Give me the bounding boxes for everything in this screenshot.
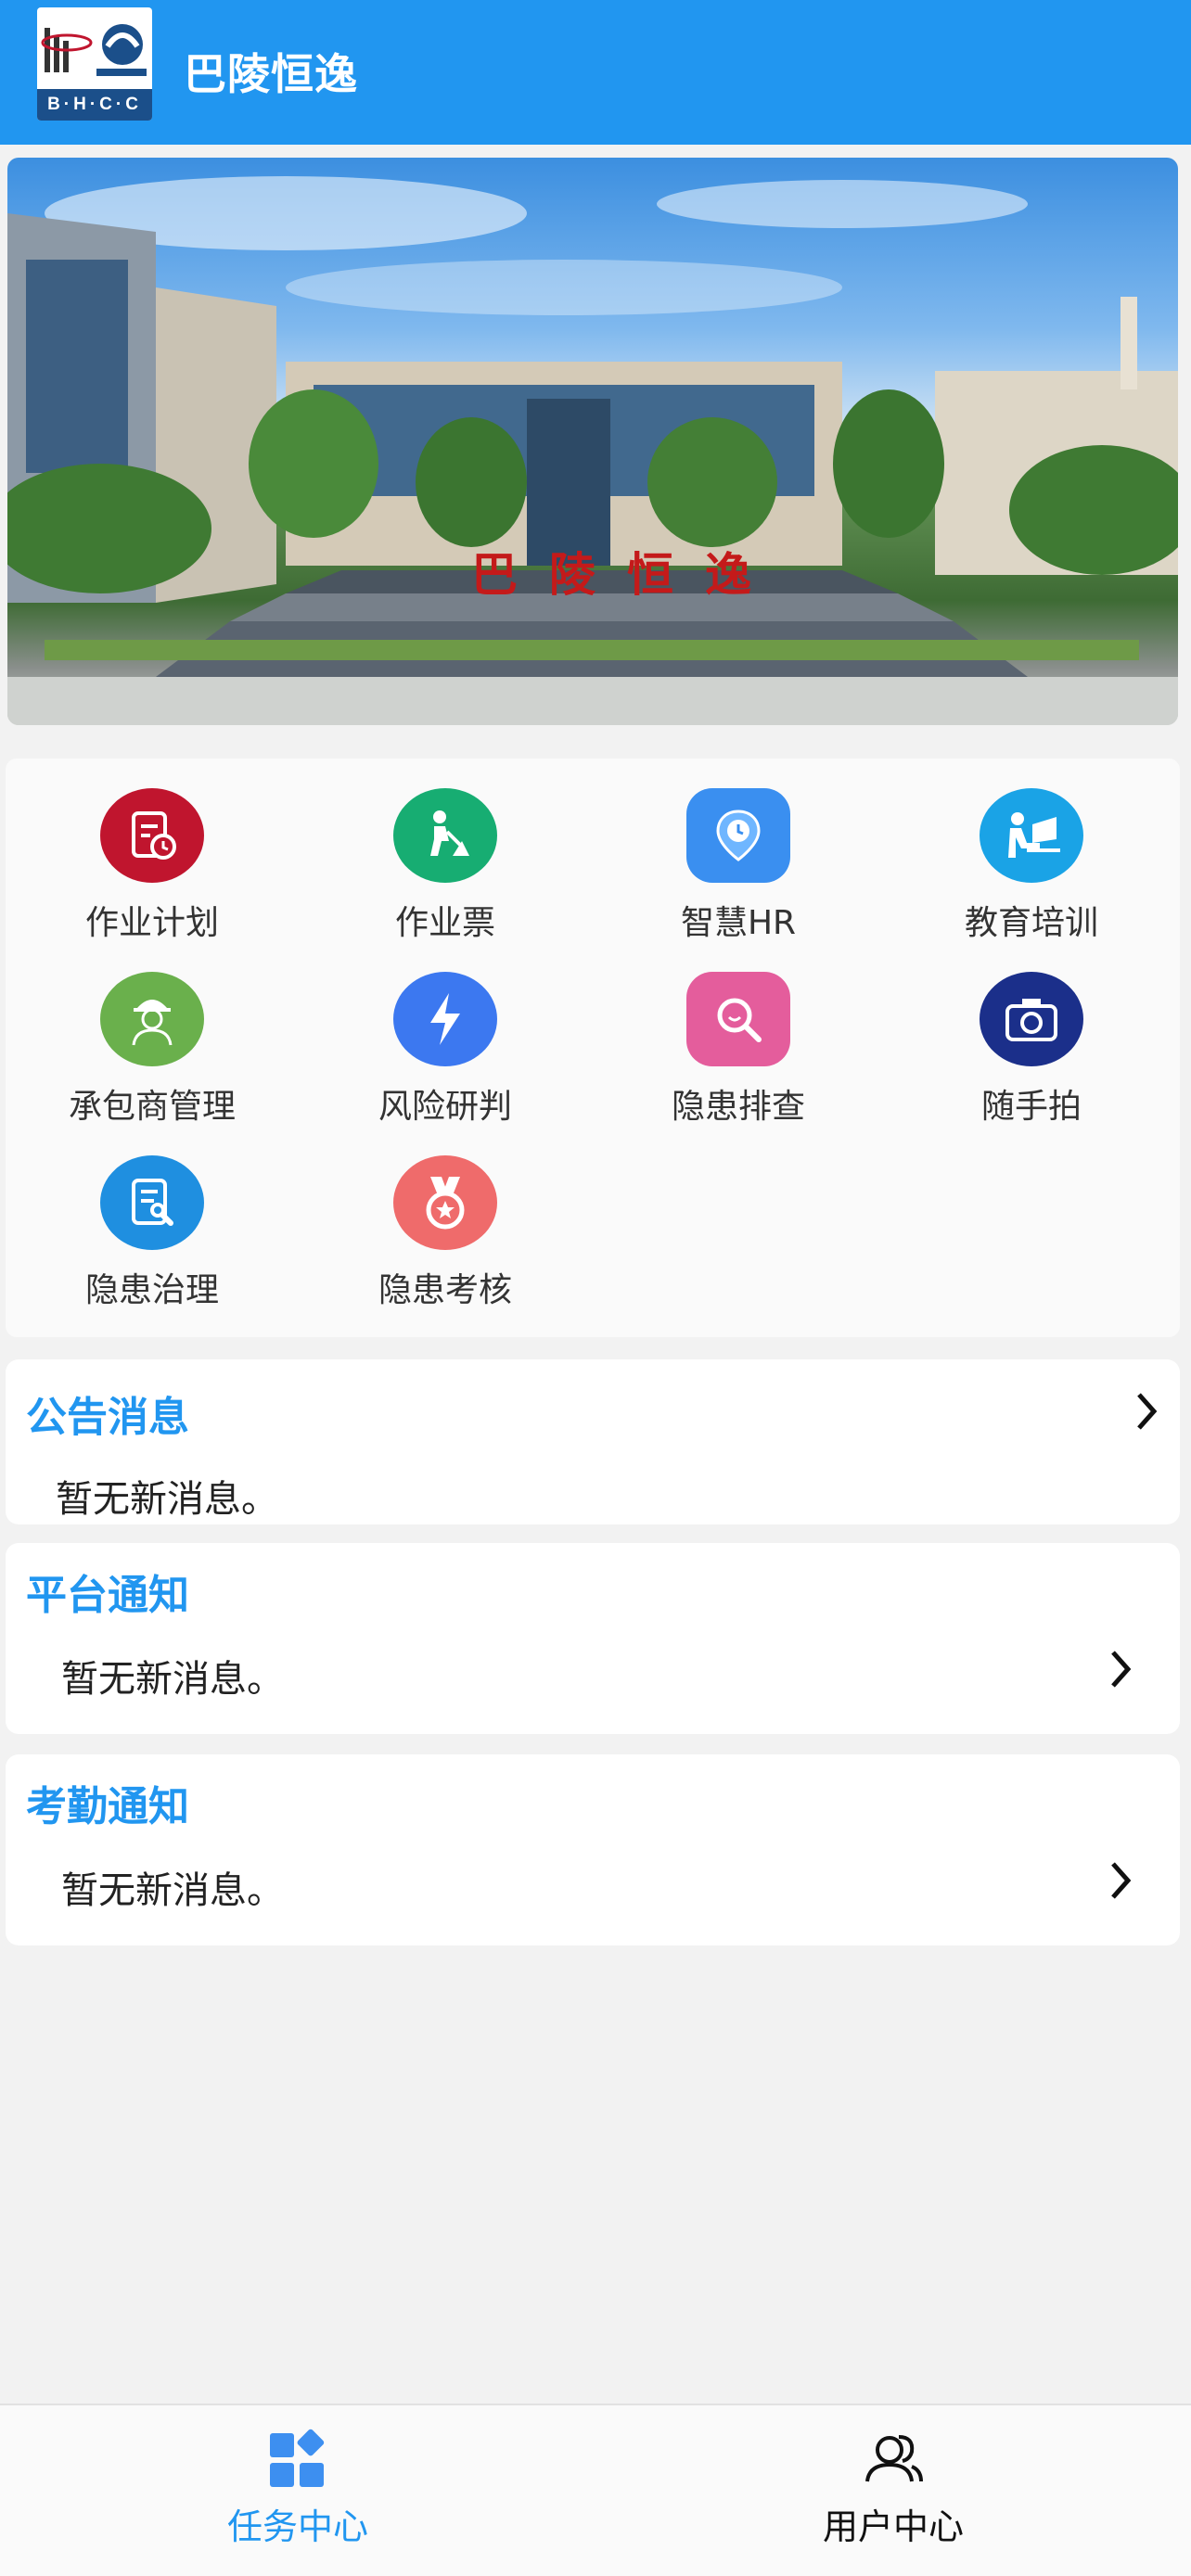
attendance-notice-text: 暂无新消息。 bbox=[61, 1869, 284, 1912]
platform-notice-text: 暂无新消息。 bbox=[61, 1658, 284, 1701]
company-logo: B·H·C·C bbox=[37, 7, 152, 121]
grid-item-hazard-evaluation[interactable]: 隐患考核 bbox=[299, 1126, 592, 1311]
grid-item-work-plan[interactable]: 作业计划 bbox=[6, 759, 299, 944]
announcement-text: 暂无新消息。 bbox=[56, 1478, 278, 1521]
announcement-card[interactable]: 公告消息 暂无新消息。 bbox=[6, 1359, 1180, 1524]
tab-user-center[interactable]: 用户中心 bbox=[596, 2405, 1191, 2576]
function-grid: 作业计划 作业票 智慧HR 教育培训 承包商管理 风险研判 隐患排查 随手拍 隐… bbox=[6, 759, 1180, 1337]
app-header: B·H·C·C 巴陵恒逸 bbox=[0, 0, 1191, 145]
grid-item-label: 作业票 bbox=[394, 904, 495, 942]
grid-item-label: 随手拍 bbox=[980, 1088, 1082, 1126]
grid-item-hazard-rectification[interactable]: 隐患治理 bbox=[6, 1126, 299, 1311]
logo-letters: B·H·C·C bbox=[37, 89, 152, 121]
platform-notice-card[interactable]: 平台通知 暂无新消息。 bbox=[6, 1543, 1180, 1734]
medal-icon bbox=[393, 1155, 497, 1250]
attendance-notice-title: 考勤通知 bbox=[26, 1783, 189, 1830]
attendance-notice-card[interactable]: 考勤通知 暂无新消息。 bbox=[6, 1754, 1180, 1945]
grid-item-label: 风险研判 bbox=[378, 1088, 512, 1126]
grid-item-hazard-inspection[interactable]: 隐患排查 bbox=[592, 942, 885, 1128]
grid-item-smart-hr[interactable]: 智慧HR bbox=[592, 759, 885, 944]
calendar-clock-icon bbox=[100, 788, 204, 883]
magnifier-icon bbox=[686, 972, 790, 1066]
lightning-icon bbox=[393, 972, 497, 1066]
tab-label: 用户中心 bbox=[822, 2506, 964, 2547]
users-icon bbox=[865, 2435, 923, 2482]
grid-item-label: 隐患考核 bbox=[378, 1271, 512, 1309]
location-clock-icon bbox=[686, 788, 790, 883]
contractor-helmet-icon bbox=[100, 972, 204, 1066]
tab-label: 任务中心 bbox=[226, 2506, 368, 2547]
grid-item-label: 隐患排查 bbox=[671, 1088, 805, 1126]
apps-grid-icon bbox=[270, 2429, 325, 2487]
banner-caption: 巴陵恒逸 bbox=[471, 549, 783, 601]
grid-item-risk-assessment[interactable]: 风险研判 bbox=[299, 942, 592, 1128]
study-desk-icon bbox=[980, 788, 1083, 883]
tab-task-center[interactable]: 任务中心 bbox=[0, 2405, 596, 2576]
grid-item-label: 教育培训 bbox=[964, 904, 1098, 942]
grid-item-label: 承包商管理 bbox=[68, 1088, 236, 1126]
announcement-title: 公告消息 bbox=[26, 1394, 189, 1441]
chevron-right-icon[interactable] bbox=[1135, 1391, 1158, 1432]
banner-carousel[interactable]: 巴陵恒逸 bbox=[7, 158, 1178, 725]
chevron-right-icon[interactable] bbox=[1109, 1649, 1132, 1690]
chevron-right-icon[interactable] bbox=[1109, 1860, 1132, 1901]
app-title: 巴陵恒逸 bbox=[184, 49, 358, 99]
bottom-tab-bar: 任务中心 用户中心 bbox=[0, 2404, 1191, 2576]
grid-item-education-training[interactable]: 教育培训 bbox=[885, 759, 1178, 944]
logo-mark-icon bbox=[41, 24, 147, 76]
grid-item-contractor-management[interactable]: 承包商管理 bbox=[6, 942, 299, 1128]
banner-image bbox=[7, 176, 1178, 725]
worker-shovel-icon bbox=[393, 788, 497, 883]
grid-item-label: 作业计划 bbox=[84, 904, 219, 942]
grid-item-label: 智慧HR bbox=[680, 904, 797, 942]
grid-item-label: 隐患治理 bbox=[84, 1271, 219, 1309]
platform-notice-title: 平台通知 bbox=[26, 1572, 189, 1619]
camera-icon bbox=[980, 972, 1083, 1066]
grid-item-work-ticket[interactable]: 作业票 bbox=[299, 759, 592, 944]
document-wrench-icon bbox=[100, 1155, 204, 1250]
grid-item-snapshot[interactable]: 随手拍 bbox=[885, 942, 1178, 1128]
